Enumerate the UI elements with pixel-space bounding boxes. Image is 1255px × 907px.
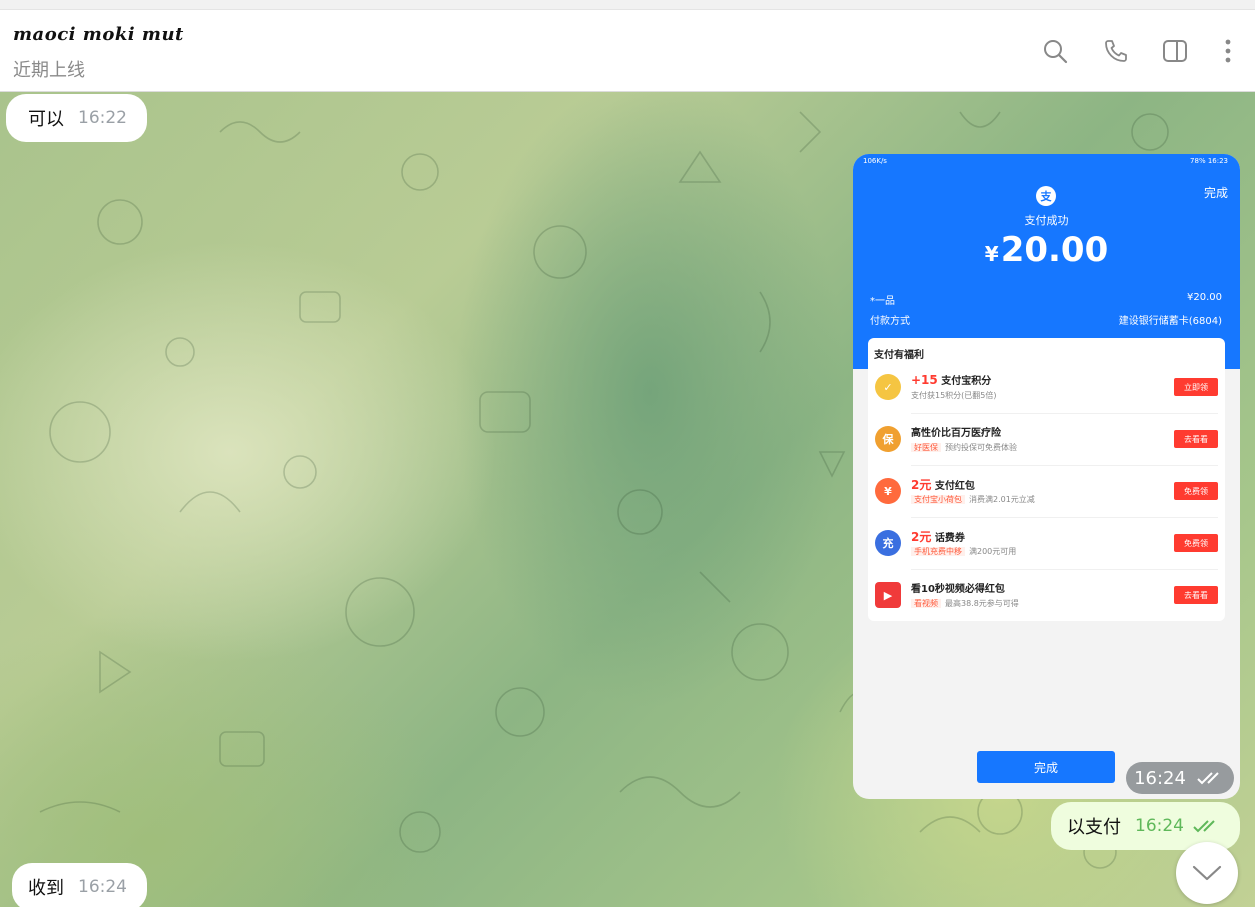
message-bubble-incoming[interactable]: 可以 16:22: [6, 94, 147, 142]
chevron-down-icon: [1192, 865, 1222, 881]
chat-name[interactable]: maoci moki mut: [13, 24, 184, 45]
benefit-button: 免费领: [1174, 482, 1218, 500]
payment-row-item: *一品 ¥20.00: [870, 292, 1222, 307]
status-bar-speed: 106K/s: [863, 157, 887, 165]
benefit-button: 立即领: [1174, 378, 1218, 396]
photo-timestamp: 16:24: [1126, 762, 1234, 794]
done-link-top: 完成: [1203, 186, 1228, 200]
payment-screenshot-photo[interactable]: 106K/s 78% 16:23 支 完成 支付成功 ¥20.00 *一品 ¥2…: [853, 154, 1240, 799]
benefit-subtitle: 支付获15积分(已翻5倍): [911, 391, 997, 400]
red-packet-icon: ¥: [875, 478, 901, 504]
message-time: 16:24: [1134, 767, 1186, 789]
chat-area[interactable]: 可以 16:22 106K/s 78% 16:23 支 完成 支付成功 ¥20.…: [0, 92, 1255, 907]
message-time: 16:24: [1135, 816, 1184, 836]
message-text: 收到: [28, 878, 64, 899]
row-label: 付款方式: [870, 316, 910, 327]
scroll-to-bottom-button[interactable]: [1176, 842, 1238, 904]
benefit-title: +15 支付宝积分: [911, 373, 992, 387]
benefit-title: 看10秒视频必得红包: [911, 584, 1005, 595]
benefit-item: ✓ +15 支付宝积分 支付获15积分(已翻5倍) 立即领: [868, 362, 1225, 414]
row-value: ¥20.00: [1187, 292, 1222, 303]
row-value: 建设银行储蓄卡(6804): [1118, 316, 1222, 327]
points-icon: ✓: [875, 374, 901, 400]
benefit-title: 2元 支付红包: [911, 478, 975, 492]
insurance-icon: 保: [875, 426, 901, 452]
done-button: 完成: [977, 751, 1115, 783]
benefit-button: 去看看: [1174, 430, 1218, 448]
sidebar-toggle-icon[interactable]: [1161, 37, 1189, 65]
video-red-packet-icon: ▶: [875, 582, 901, 608]
benefit-item: 充 2元 话费券 手机充费中移 满200元可用 免费领: [868, 518, 1225, 570]
message-text: 以支付: [1067, 817, 1121, 838]
benefit-subtitle: 支付宝小荷包 消费满2.01元立减: [911, 494, 1035, 505]
benefit-button: 免费领: [1174, 534, 1218, 552]
phone-bill-icon: 充: [875, 530, 901, 556]
window-top-strip: [0, 0, 1255, 10]
chat-header: maoci moki mut 近期上线: [0, 10, 1255, 92]
message-text: 可以: [28, 109, 64, 130]
benefit-subtitle: 好医保 预约投保可免费体验: [911, 442, 1017, 453]
search-icon[interactable]: [1041, 37, 1069, 65]
row-label: *一品: [870, 296, 895, 307]
benefit-title: 2元 话费券: [911, 530, 965, 544]
amount-value: 20.00: [1000, 230, 1109, 270]
payment-amount: ¥20.00: [853, 230, 1240, 270]
message-time: 16:24: [78, 877, 127, 897]
more-vertical-icon[interactable]: [1214, 37, 1242, 65]
double-check-icon: [1193, 820, 1215, 833]
benefit-button: 去看看: [1174, 586, 1218, 604]
chat-status: 近期上线: [13, 60, 85, 81]
benefit-title: 高性价比百万医疗险: [911, 428, 1001, 439]
payment-row-method: 付款方式 建设银行储蓄卡(6804): [870, 312, 1222, 327]
status-bar-right: 78% 16:23: [1190, 157, 1228, 165]
benefit-subtitle: 看视频 最高38.8元参与可得: [911, 598, 1019, 609]
message-bubble-incoming[interactable]: 收到 16:24: [12, 863, 147, 907]
benefit-item: ¥ 2元 支付红包 支付宝小荷包 消费满2.01元立减 免费领: [868, 466, 1225, 518]
message-time: 16:22: [78, 108, 127, 128]
benefit-item: 保 高性价比百万医疗险 好医保 预约投保可免费体验 去看看: [868, 414, 1225, 466]
benefit-subtitle: 手机充费中移 满200元可用: [911, 546, 1016, 557]
payment-success-label: 支付成功: [1024, 214, 1069, 227]
double-check-icon: [1197, 772, 1219, 785]
phone-icon[interactable]: [1102, 37, 1130, 65]
alipay-logo-icon: 支: [1036, 186, 1056, 206]
benefit-item: ▶ 看10秒视频必得红包 看视频 最高38.8元参与可得 去看看: [868, 570, 1225, 622]
currency-symbol: ¥: [984, 242, 999, 266]
benefits-title: 支付有福利: [874, 350, 924, 361]
benefits-card: 支付有福利 ✓ +15 支付宝积分 支付获15积分(已翻5倍) 立即领 保 高性…: [868, 338, 1225, 621]
